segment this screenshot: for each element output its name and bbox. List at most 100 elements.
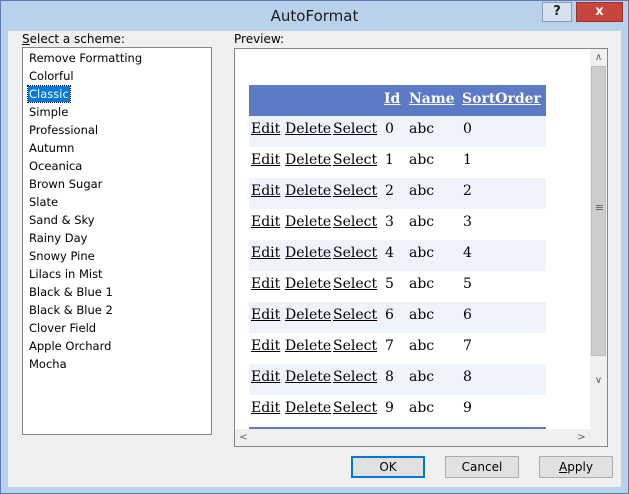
name-cell: abc [409,245,435,261]
name-cell: abc [409,369,435,385]
sortorder-cell: 4 [463,245,472,261]
edit-link[interactable]: Edit [251,152,280,168]
scroll-left-icon[interactable]: < [235,429,252,446]
scheme-item[interactable]: Slate [28,194,59,210]
delete-link[interactable]: Delete [285,183,331,199]
edit-link[interactable]: Edit [251,245,280,261]
scheme-item[interactable]: Professional [28,122,99,138]
scroll-down-icon[interactable]: ∨ [590,372,607,389]
vertical-scroll-thumb[interactable]: ≡ [591,66,606,356]
delete-link[interactable]: Delete [285,369,331,385]
edit-link[interactable]: Edit [251,307,280,323]
scheme-label-accesskey: S [22,32,30,46]
dialog-body: Select a scheme: Remove Formatting Colorf… [8,31,621,487]
scheme-listbox[interactable]: Remove Formatting Colorful Classic Simple Pr… [22,47,212,435]
scheme-item[interactable]: Snowy Pine [28,248,96,264]
select-link[interactable]: Select [333,245,377,261]
name-cell: abc [409,121,435,137]
delete-link[interactable]: Delete [285,152,331,168]
delete-link[interactable]: Delete [285,245,331,261]
edit-link[interactable]: Edit [251,276,280,292]
name-cell: abc [409,400,435,416]
scheme-item[interactable]: Brown Sugar [28,176,103,192]
scheme-item[interactable]: Mocha [28,356,68,372]
ok-button[interactable]: OK [351,456,425,478]
name-cell: abc [409,183,435,199]
delete-link[interactable]: Delete [285,121,331,137]
select-link[interactable]: Select [333,183,377,199]
edit-link[interactable]: Edit [251,338,280,354]
scheme-item[interactable]: Black & Blue 2 [28,302,114,318]
apply-button[interactable]: Apply [539,456,613,478]
delete-link[interactable]: Delete [285,400,331,416]
name-cell: abc [409,214,435,230]
name-cell: abc [409,338,435,354]
table-row: Edit Delete Select 1 abc 1 [249,147,546,178]
preview-panel: Id Name SortOrder Edit Delete Select 0 abc 0 E… [234,48,608,447]
vertical-scrollbar[interactable]: ∧ ≡ ∨ [590,49,607,429]
scheme-item[interactable]: Autumn [28,140,75,156]
table-row: Edit Delete Select 6 abc 6 [249,302,546,333]
select-link[interactable]: Select [333,121,377,137]
table-row: Edit Delete Select 3 abc 3 [249,209,546,240]
scrollbar-corner [590,429,607,446]
select-link[interactable]: Select [333,400,377,416]
table-row: Edit Delete Select 8 abc 8 [249,364,546,395]
table-row: Edit Delete Select 5 abc 5 [249,271,546,302]
scheme-item[interactable]: Colorful [28,68,75,84]
cancel-button[interactable]: Cancel [445,456,519,478]
id-cell: 3 [385,214,394,230]
edit-link[interactable]: Edit [251,121,280,137]
grid-header-row: Id Name SortOrder [249,85,546,116]
delete-link[interactable]: Delete [285,214,331,230]
title-bar[interactable]: AutoFormat ? x [1,1,628,31]
edit-link[interactable]: Edit [251,369,280,385]
table-row: Edit Delete Select 2 abc 2 [249,178,546,209]
edit-link[interactable]: Edit [251,400,280,416]
edit-link[interactable]: Edit [251,183,280,199]
scheme-label-rest: elect a scheme: [29,32,125,46]
select-link[interactable]: Select [333,338,377,354]
name-cell: abc [409,152,435,168]
help-button[interactable]: ? [542,2,572,22]
scheme-item[interactable]: Sand & Sky [28,212,96,228]
select-link[interactable]: Select [333,276,377,292]
scroll-right-icon[interactable]: > [573,429,590,446]
scheme-item[interactable]: Simple [28,104,69,120]
id-cell: 2 [385,183,394,199]
horizontal-scrollbar[interactable]: < > [235,429,590,446]
sortorder-cell: 3 [463,214,472,230]
sortorder-cell: 7 [463,338,472,354]
preview-label: Preview: [234,32,285,46]
delete-link[interactable]: Delete [285,338,331,354]
edit-link[interactable]: Edit [251,214,280,230]
scheme-item[interactable]: Rainy Day [28,230,88,246]
name-cell: abc [409,307,435,323]
id-cell: 4 [385,245,394,261]
select-link[interactable]: Select [333,152,377,168]
delete-link[interactable]: Delete [285,307,331,323]
id-cell: 8 [385,369,394,385]
table-row: Edit Delete Select 9 abc 9 [249,395,546,426]
scheme-item[interactable]: Lilacs in Mist [28,266,104,282]
close-button[interactable]: x [576,2,623,22]
sortorder-cell: 8 [463,369,472,385]
scheme-item[interactable]: Oceanica [28,158,83,174]
select-link[interactable]: Select [333,369,377,385]
scheme-item[interactable]: Apple Orchard [28,338,112,354]
table-row: Edit Delete Select 4 abc 4 [249,240,546,271]
sortorder-cell: 0 [463,121,472,137]
scheme-label: Select a scheme: [22,32,125,46]
scheme-item[interactable]: Clover Field [28,320,97,336]
id-cell: 1 [385,152,394,168]
table-row: Edit Delete Select 0 abc 0 [249,116,546,147]
scheme-item[interactable]: Black & Blue 1 [28,284,114,300]
delete-link[interactable]: Delete [285,276,331,292]
scroll-up-icon[interactable]: ∧ [590,49,607,66]
scheme-item[interactable]: Remove Formatting [28,50,143,66]
select-link[interactable]: Select [333,214,377,230]
id-cell: 7 [385,338,394,354]
scheme-item[interactable]: Classic [27,85,71,103]
select-link[interactable]: Select [333,307,377,323]
autoformat-dialog: AutoFormat ? x Select a scheme: Remove F… [0,0,629,494]
